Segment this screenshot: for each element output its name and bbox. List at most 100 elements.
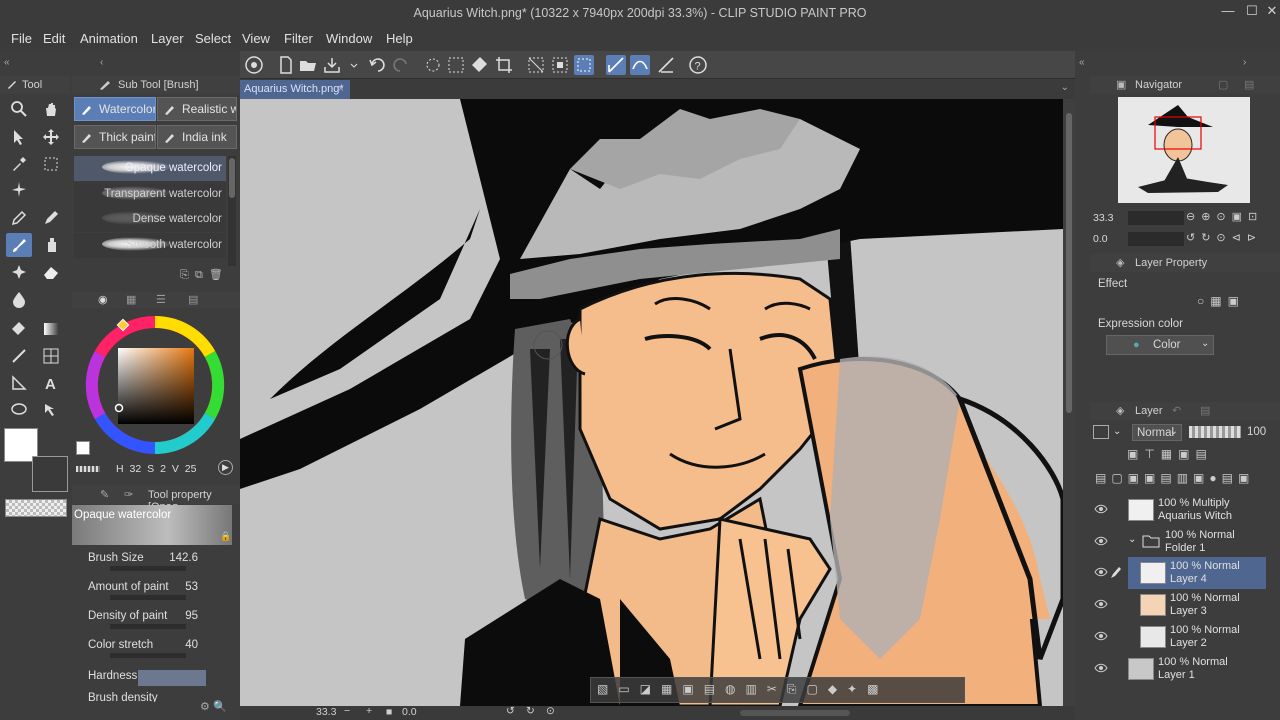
intermediate-color-tab-icon[interactable]: ▤: [188, 293, 198, 306]
opacity-slider[interactable]: [1189, 426, 1241, 438]
navigator-rotation-buttons[interactable]: ↺↻⊙⊲⊳: [1186, 231, 1262, 244]
pencil-tool-icon[interactable]: [38, 206, 64, 230]
density-of-paint-value[interactable]: 95: [185, 610, 198, 622]
canvas-vertical-scrollbar[interactable]: [1063, 99, 1075, 706]
amount-of-paint-row[interactable]: Amount of paint 53: [88, 581, 238, 607]
opacity-value[interactable]: 100: [1247, 426, 1266, 438]
color-set-tab-icon[interactable]: ▦: [126, 293, 136, 306]
status-rotation[interactable]: 0.0: [402, 706, 417, 718]
auto-action-tab-icon[interactable]: ▤: [1200, 404, 1210, 417]
expand-right-icon[interactable]: ›: [1243, 57, 1246, 68]
eye-icon[interactable]: [1094, 662, 1108, 674]
close-button[interactable]: ✕: [1262, 3, 1280, 21]
menu-help[interactable]: Help: [386, 31, 413, 46]
wheel-triangle-icon[interactable]: ▶: [218, 460, 233, 475]
ruler-tool-icon[interactable]: [6, 371, 32, 395]
eye-icon[interactable]: [1094, 566, 1108, 578]
grid-select-icon[interactable]: [446, 55, 466, 75]
search-icon[interactable]: 🔍: [213, 701, 227, 713]
layer-row-folder[interactable]: ⌄ 100 % Normal Folder 1: [1090, 526, 1270, 558]
brush-size-slider[interactable]: [110, 566, 186, 571]
create-subtool-icon[interactable]: ⧉: [195, 269, 203, 281]
minimize-button[interactable]: —: [1218, 3, 1238, 21]
canvas-horizontal-scrollbar[interactable]: [740, 710, 850, 716]
navigator-rotation-slider[interactable]: [1128, 232, 1184, 246]
open-file-icon[interactable]: [298, 55, 318, 75]
wheel-mode-icon[interactable]: [76, 466, 100, 472]
frame-tool-icon[interactable]: [38, 344, 64, 368]
rotate-right-icon[interactable]: ↻: [526, 705, 535, 717]
eye-icon[interactable]: [1094, 630, 1108, 642]
zoom-out-icon[interactable]: −: [344, 705, 350, 717]
selection-launcher-icons[interactable]: ▧▭◪▦▣▤◍▥✂⎘▢◆✦▩: [597, 682, 888, 697]
transform-icon[interactable]: [423, 55, 443, 75]
tab-thick-paint[interactable]: Thick paint: [74, 125, 156, 149]
menu-file[interactable]: File: [11, 31, 32, 46]
eye-icon[interactable]: [1094, 503, 1108, 515]
maximize-button[interactable]: ☐: [1242, 3, 1262, 21]
eye-icon[interactable]: [1094, 598, 1108, 610]
tab-menu-icon[interactable]: ⌄: [1061, 82, 1069, 93]
navigator-preview[interactable]: [1118, 97, 1250, 203]
color-slider-tab-icon[interactable]: ☰: [156, 293, 166, 306]
layer-row[interactable]: 100 % Normal Layer 3: [1090, 589, 1270, 621]
airbrush-tool-icon[interactable]: [38, 233, 64, 257]
collapse-left-icon[interactable]: «: [4, 57, 10, 68]
layer-command-buttons[interactable]: ▤▢▣▣▤▥▣●▤▣: [1095, 471, 1254, 485]
hardness-steps[interactable]: [138, 670, 206, 686]
eraser-tool-icon[interactable]: [38, 260, 64, 284]
snap-special-ruler-icon[interactable]: [630, 55, 650, 75]
eye-icon[interactable]: [1094, 535, 1108, 547]
fill-tool-icon[interactable]: [6, 317, 32, 341]
gradient-tool-icon[interactable]: [38, 317, 64, 341]
layer-row[interactable]: 100 % Normal Layer 2: [1090, 621, 1270, 653]
brush-size-row[interactable]: Brush Size 142.6: [88, 552, 238, 578]
document-tab[interactable]: Aquarius Witch.png* ×: [240, 80, 350, 99]
fill-command-icon[interactable]: [470, 55, 490, 75]
zoom-in-icon[interactable]: +: [366, 705, 372, 717]
color-stretch-value[interactable]: 40: [185, 639, 198, 651]
blend-tool-icon[interactable]: [6, 287, 32, 311]
zoom-tool-icon[interactable]: [6, 97, 32, 121]
operation-tool-icon[interactable]: [6, 125, 32, 149]
brush-transparent-watercolor[interactable]: Transparent watercolor: [74, 182, 226, 207]
figure-tool-icon[interactable]: [6, 344, 32, 368]
deselect-icon[interactable]: [526, 55, 546, 75]
effect-buttons[interactable]: ○▦▣: [1197, 294, 1245, 308]
undo-icon[interactable]: [368, 55, 388, 75]
show-selection-icon[interactable]: [574, 55, 594, 75]
correct-line-tool-icon[interactable]: [38, 398, 64, 422]
info-tab-icon[interactable]: ▤: [1244, 78, 1254, 91]
help-icon[interactable]: ?: [688, 55, 708, 75]
rotate-left-icon[interactable]: ↺: [506, 705, 515, 717]
menu-window[interactable]: Window: [326, 31, 372, 46]
subview-tab-icon[interactable]: ▢: [1218, 78, 1228, 91]
amount-of-paint-value[interactable]: 53: [185, 581, 198, 593]
snap-ruler-icon[interactable]: [606, 55, 626, 75]
decoration-tool-icon[interactable]: [6, 260, 32, 284]
blend-mode-select[interactable]: Normal ⌄: [1132, 424, 1182, 441]
pen-tool-icon[interactable]: [6, 206, 32, 230]
layer-row[interactable]: 100 % Normal Layer 1: [1090, 653, 1270, 685]
collapse-right-icon[interactable]: «: [1079, 57, 1085, 68]
clip-studio-icon[interactable]: [244, 55, 264, 75]
menu-view[interactable]: View: [242, 31, 270, 46]
menu-filter[interactable]: Filter: [284, 31, 313, 46]
color-wheel[interactable]: [82, 312, 228, 458]
new-file-icon[interactable]: [276, 55, 296, 75]
navigator-zoom-slider[interactable]: [1128, 211, 1184, 225]
snap-grid-icon[interactable]: [656, 55, 676, 75]
save-dropdown-icon[interactable]: [344, 55, 358, 75]
brush-size-value[interactable]: 142.6: [169, 552, 198, 564]
eyedropper-tool-icon[interactable]: [6, 152, 32, 176]
density-of-paint-row[interactable]: Density of paint 95: [88, 610, 238, 636]
layer-row[interactable]: 100 % Multiply Aquarius Witch: [1090, 494, 1270, 526]
layer-color-icon[interactable]: [1093, 425, 1109, 439]
menu-edit[interactable]: Edit: [43, 31, 65, 46]
brush-lock-icon[interactable]: 🔒: [220, 531, 231, 542]
expression-color-select[interactable]: ● Color ⌄: [1106, 335, 1214, 355]
navigator-rotation[interactable]: 0.0: [1093, 233, 1108, 245]
tab-india-ink[interactable]: India ink: [157, 125, 237, 149]
text-tool-icon[interactable]: A: [38, 371, 64, 395]
tab-realistic-watercolor[interactable]: Realistic wa: [157, 97, 237, 121]
